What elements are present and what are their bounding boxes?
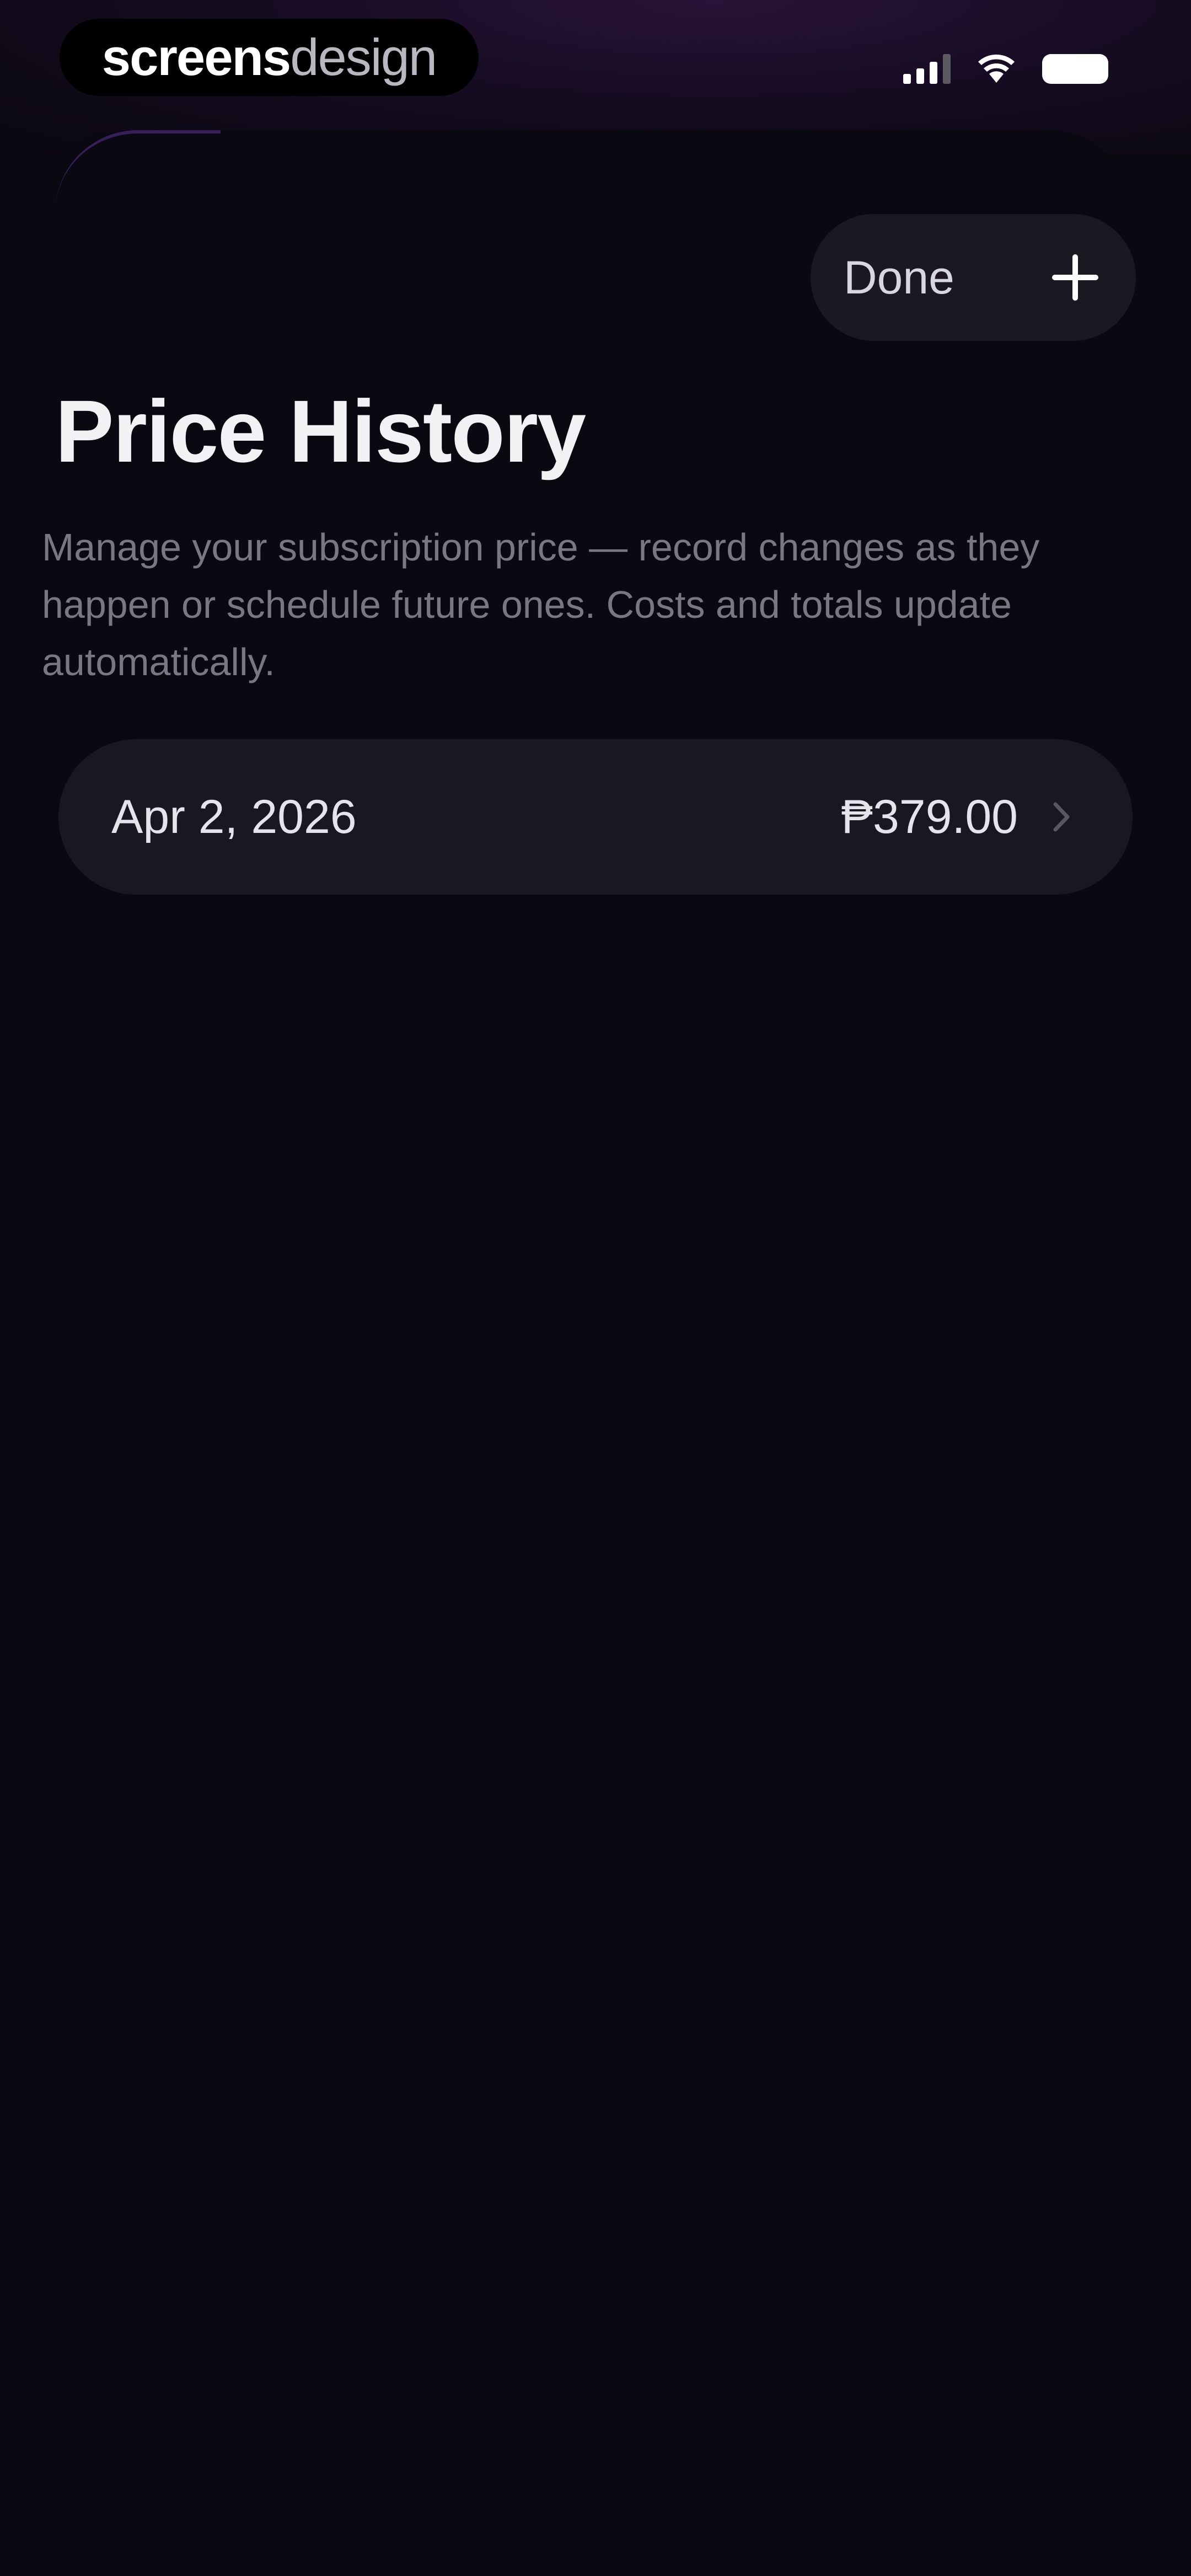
page-description: Manage your subscription price — record … (42, 526, 1040, 683)
brand-light-text: design (290, 28, 437, 86)
brand-bold-text: screens (101, 28, 291, 86)
status-bar: screens design (0, 0, 1191, 127)
price-amount: ₱379.00 (841, 790, 1018, 843)
chevron-right-icon (1053, 802, 1070, 832)
done-button[interactable]: Done (844, 214, 954, 341)
price-date: Apr 2, 2026 (111, 790, 357, 843)
price-history-row[interactable]: Apr 2, 2026 ₱379.00 (58, 739, 1133, 895)
plus-icon (1052, 254, 1098, 301)
add-button[interactable] (1042, 244, 1108, 311)
page-title: Price History (55, 382, 586, 480)
screen: screens design Done Price History Manage… (0, 0, 1191, 2576)
wifi-icon (978, 54, 1015, 83)
toolbar-pill: Done (811, 214, 1136, 341)
modal-sheet (40, 130, 1131, 2576)
battery-icon (1042, 54, 1108, 84)
status-icons (903, 51, 1108, 84)
cellular-signal-icon (903, 54, 951, 84)
brand-watermark: screens design (60, 19, 479, 96)
